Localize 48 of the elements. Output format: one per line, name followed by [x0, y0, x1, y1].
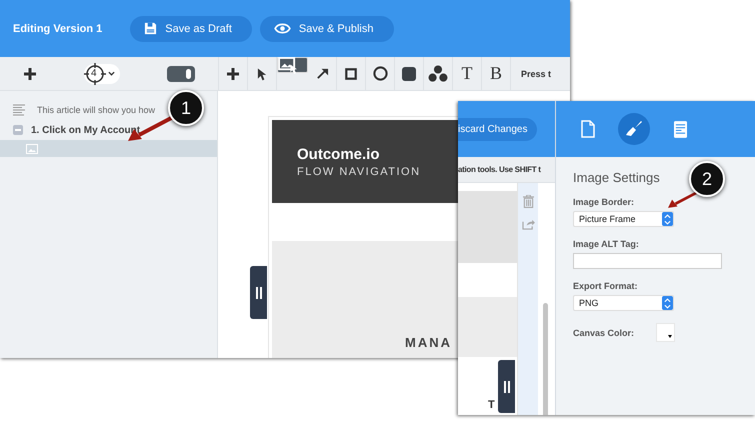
- image-tool-button[interactable]: [277, 57, 308, 73]
- outline-item[interactable]: This article will show you how: [37, 105, 156, 115]
- numbered-circles-icon: [428, 64, 448, 82]
- target-count-dropdown[interactable]: 4: [84, 64, 120, 84]
- filled-square-icon: [402, 66, 416, 80]
- panel-handle[interactable]: [250, 266, 267, 319]
- brush-icon: [625, 120, 643, 138]
- instruction-text: Press t: [521, 68, 552, 78]
- text-tool[interactable]: T: [453, 57, 482, 90]
- field-label: Image Border:: [573, 197, 636, 207]
- panel-title: Image Settings: [573, 170, 660, 185]
- brand-name: Outcome.io: [297, 146, 380, 163]
- scrollbar-thumb[interactable]: [543, 303, 548, 415]
- bold-tool[interactable]: B: [482, 57, 511, 90]
- stepper-icon: [662, 212, 673, 226]
- plus-icon: [226, 66, 240, 80]
- save-draft-button[interactable]: Save as Draft: [130, 16, 252, 42]
- caret-icon: [108, 71, 115, 76]
- brush-tab[interactable]: [618, 113, 650, 145]
- image-icon: [278, 56, 299, 74]
- stepper-icon: [662, 296, 673, 310]
- square-icon: [345, 68, 357, 80]
- field-label: Export Format:: [573, 281, 639, 291]
- outline-step[interactable]: 1. Click on My Account: [31, 124, 140, 136]
- panel-handle[interactable]: [498, 360, 515, 413]
- window-title: Editing Version 1: [13, 22, 102, 34]
- brand-subtitle: FLOW NAVIGATION: [297, 166, 421, 178]
- plus-icon[interactable]: [23, 66, 38, 80]
- field-label: Image ALT Tag:: [573, 239, 640, 249]
- document-icon: [674, 120, 686, 138]
- select-field[interactable]: PNG: [573, 295, 674, 311]
- text-input[interactable]: [573, 253, 722, 269]
- color-picker[interactable]: [656, 323, 676, 342]
- arrow-icon: [316, 67, 328, 80]
- paragraph-icon: [13, 104, 25, 116]
- menu-text: MANA: [405, 335, 452, 350]
- discard-button[interactable]: iscard Changes: [458, 118, 538, 140]
- instruction-text: ation tools. Use SHIFT t: [458, 157, 555, 183]
- canvas-text: T: [488, 399, 495, 411]
- publish-button[interactable]: Save & Publish: [260, 16, 394, 42]
- pointer-icon: [256, 66, 268, 80]
- image-icon: [26, 144, 38, 154]
- eye-icon: [274, 23, 291, 34]
- toggle-switch[interactable]: [166, 66, 195, 82]
- field-label: Canvas Color:: [573, 328, 634, 338]
- select-field[interactable]: Picture Frame: [573, 211, 674, 227]
- page-icon: [581, 120, 595, 138]
- circle-icon: [372, 66, 388, 81]
